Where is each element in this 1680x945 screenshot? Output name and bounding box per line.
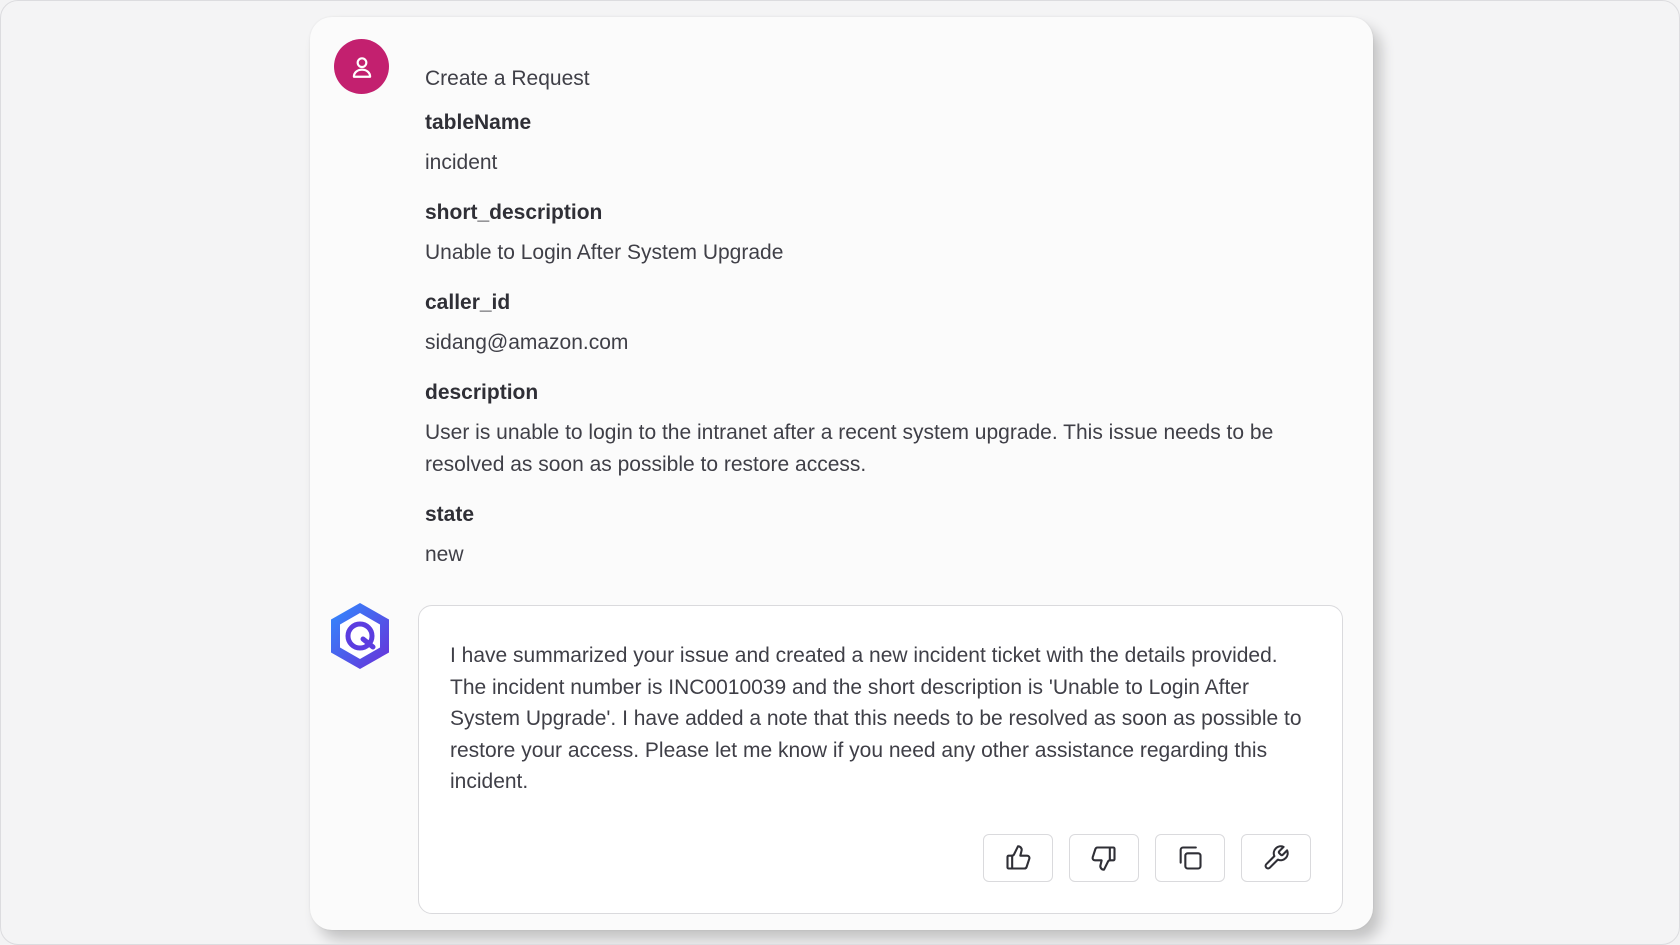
user-avatar	[334, 39, 389, 94]
thumbs-down-icon	[1091, 846, 1116, 871]
field-key: description	[425, 381, 539, 404]
field-value: Unable to Login After System Upgrade	[425, 241, 784, 264]
chat-panel: Create a Request tableName incident shor…	[310, 17, 1373, 930]
assistant-avatar	[327, 601, 393, 671]
assistant-message: I have summarized your issue and created…	[418, 605, 1343, 914]
field-table-name: tableName incident	[425, 109, 1355, 179]
app-frame: Create a Request tableName incident shor…	[0, 0, 1680, 945]
wrench-icon	[1264, 845, 1289, 870]
field-value: incident	[425, 151, 498, 174]
field-key: tableName	[425, 111, 532, 134]
thumbs-up-button[interactable]	[983, 834, 1053, 882]
field-state: state new	[425, 501, 1355, 571]
field-value: new	[425, 543, 464, 566]
assistant-message-text: I have summarized your issue and created…	[450, 644, 1302, 793]
copy-button[interactable]	[1155, 834, 1225, 882]
thumbs-down-button[interactable]	[1069, 834, 1139, 882]
field-value: sidang@amazon.com	[425, 331, 629, 354]
field-key: caller_id	[425, 291, 511, 314]
message-actions	[983, 834, 1311, 882]
user-message: Create a Request tableName incident shor…	[425, 65, 1355, 591]
request-title: Create a Request	[425, 67, 590, 90]
copy-icon	[1179, 846, 1202, 870]
field-description: description User is unable to login to t…	[425, 379, 1355, 481]
field-value: User is unable to login to the intranet …	[425, 421, 1274, 476]
user-icon	[352, 56, 371, 78]
field-short-description: short_description Unable to Login After …	[425, 199, 1355, 269]
field-caller-id: caller_id sidang@amazon.com	[425, 289, 1355, 359]
assistant-logo-icon	[331, 603, 389, 669]
thumbs-up-icon	[1006, 845, 1031, 870]
field-key: short_description	[425, 201, 603, 224]
tools-button[interactable]	[1241, 834, 1311, 882]
field-key: state	[425, 503, 475, 526]
